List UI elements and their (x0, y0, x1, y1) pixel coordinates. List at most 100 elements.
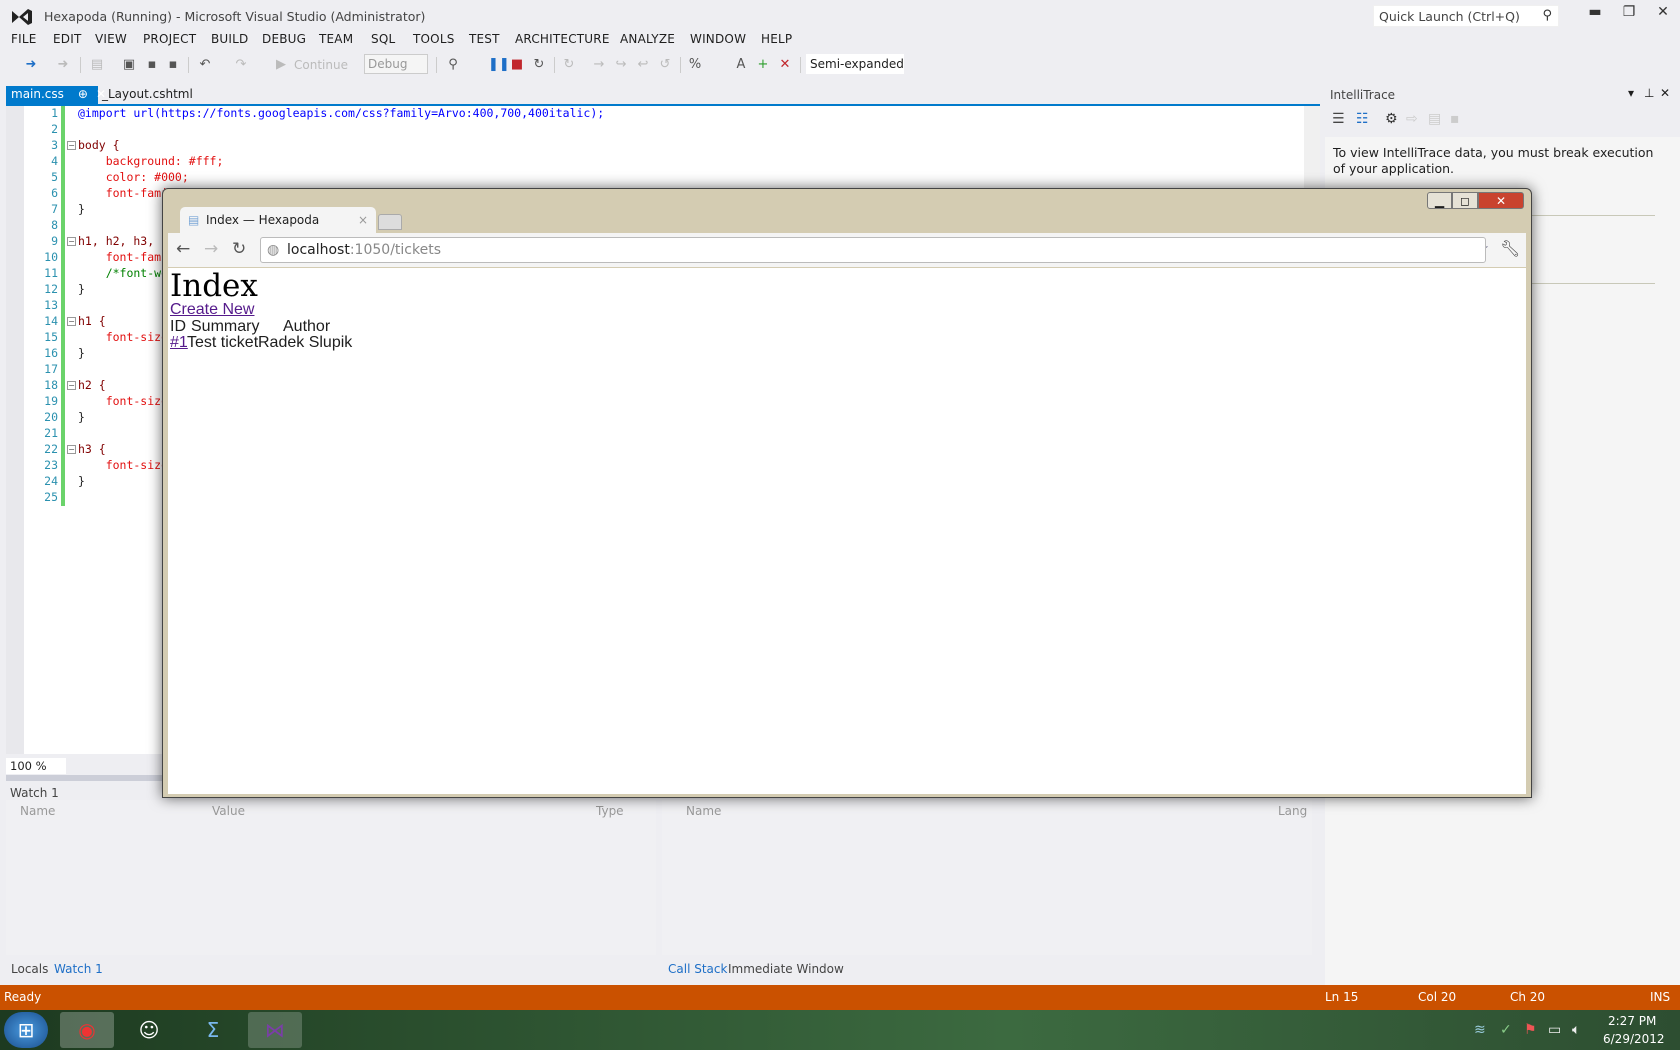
panel-menu-icon[interactable]: ▾ (1628, 86, 1634, 100)
add-comment-icon[interactable]: + (754, 54, 772, 76)
code-line[interactable]: color: #000; (78, 170, 189, 184)
pin-icon[interactable]: ⊥ (1644, 86, 1654, 100)
column-type[interactable]: Type (596, 804, 624, 818)
menu-project[interactable]: PROJECT (143, 32, 196, 46)
new-project-icon[interactable]: ▤ (88, 54, 106, 76)
fold-toggle-icon[interactable]: − (67, 445, 76, 454)
bookmark-icon[interactable]: A (732, 54, 750, 76)
address-bar[interactable]: ◍ localhost:1050/tickets (260, 237, 1486, 263)
code-line[interactable]: body { (78, 138, 120, 152)
open-log-icon[interactable]: ▤ (1428, 111, 1441, 127)
tab-layout-cshtml[interactable]: _Layout.cshtml (102, 87, 193, 101)
navigate-back-icon[interactable]: ➜ (22, 54, 40, 76)
save-all-icon[interactable]: ▪ (164, 54, 182, 76)
tray-usb-icon[interactable]: ✓ (1500, 1022, 1512, 1038)
hex-display-icon[interactable]: % (686, 54, 704, 76)
continue-button[interactable]: Continue (294, 54, 354, 76)
close-tab-icon[interactable]: × (358, 213, 368, 227)
back-icon[interactable]: ← (176, 239, 190, 259)
browser-tab[interactable]: ▤ Index — Hexapoda × (180, 207, 376, 233)
menu-sql[interactable]: SQL (371, 32, 395, 46)
ticket-id-link[interactable]: #1 (170, 334, 188, 352)
undo-icon[interactable]: ↶ (196, 54, 214, 76)
close-panel-icon[interactable]: ✕ (1660, 86, 1670, 100)
show-next-statement-icon[interactable]: ↻ (560, 54, 578, 76)
taskbar-github[interactable]: ☺ (122, 1012, 176, 1048)
save-icon[interactable]: ▪ (143, 54, 161, 76)
restore-button[interactable]: ❐ (1614, 4, 1644, 26)
column-name[interactable]: Name (20, 804, 55, 818)
code-line[interactable]: h1, h2, h3, (78, 234, 154, 248)
code-line[interactable]: } (78, 410, 85, 424)
stop-debugging-icon[interactable]: ■ (510, 54, 524, 76)
fold-toggle-icon[interactable]: − (67, 237, 76, 246)
create-new-link[interactable]: Create New (170, 301, 254, 319)
step-back-icon[interactable]: ↺ (656, 54, 674, 76)
fold-toggle-icon[interactable]: − (67, 381, 76, 390)
reload-icon[interactable]: ↻ (232, 239, 246, 259)
menu-team[interactable]: TEAM (319, 32, 353, 46)
break-all-icon[interactable]: ❚❚ (488, 54, 510, 76)
menu-build[interactable]: BUILD (211, 32, 248, 46)
wrench-icon[interactable]: 🔧︎ (1500, 239, 1520, 258)
code-line[interactable]: font-size: (78, 458, 175, 472)
menu-view[interactable]: VIEW (95, 32, 127, 46)
tab-call-stack[interactable]: Call Stack (668, 962, 727, 976)
fold-toggle-icon[interactable]: − (67, 141, 76, 150)
code-line[interactable]: font-famil (78, 250, 175, 264)
step-into-icon[interactable]: → (590, 54, 608, 76)
new-tab-button[interactable] (378, 214, 402, 230)
view-mode-select[interactable]: Semi-expanded (806, 54, 904, 74)
tab-watch-1[interactable]: Watch 1 (54, 962, 103, 976)
list-view-icon[interactable]: ☰ (1332, 111, 1345, 127)
code-line[interactable]: } (78, 282, 85, 296)
column-language[interactable]: Lang (1278, 804, 1307, 818)
forward-icon[interactable]: → (204, 239, 218, 259)
editor-zoom-select[interactable]: 100 % (6, 758, 66, 774)
tray-volume-icon[interactable]: 🔈︎ (1572, 1022, 1580, 1038)
menu-analyze[interactable]: ANALYZE (620, 32, 675, 46)
menu-test[interactable]: TEST (469, 32, 500, 46)
code-line[interactable]: font-size: (78, 394, 175, 408)
tab-locals[interactable]: Locals (11, 962, 48, 976)
code-line[interactable]: } (78, 346, 85, 360)
solution-configuration-select[interactable]: Debug (364, 54, 428, 74)
clock-time[interactable]: 2:27 PM (1608, 1014, 1656, 1028)
taskbar-visual-studio[interactable]: ⋈ (248, 1012, 302, 1048)
remove-comment-icon[interactable]: ✕ (776, 54, 794, 76)
tray-connection-icon[interactable]: ▭ (1548, 1022, 1561, 1038)
code-line[interactable]: h2 { (78, 378, 106, 392)
column-name[interactable]: Name (686, 804, 721, 818)
navigate-forward-icon[interactable]: ➜ (54, 54, 72, 76)
code-line[interactable]: /*font-wei (78, 266, 175, 280)
code-line[interactable]: font-size: (78, 330, 175, 344)
minimize-button[interactable]: ▬ (1580, 4, 1610, 26)
restart-icon[interactable]: ↻ (530, 54, 548, 76)
browser-maximize-button[interactable]: ◻ (1452, 192, 1478, 209)
calls-view-icon[interactable]: ☷ (1356, 111, 1369, 127)
code-line[interactable]: } (78, 202, 85, 216)
taskbar-chrome[interactable]: ◉ (60, 1012, 114, 1048)
continue-icon[interactable]: ▶ (274, 54, 288, 76)
code-line[interactable]: background: #fff; (78, 154, 224, 168)
browser-close-button[interactable]: ✕ (1478, 192, 1524, 209)
code-line[interactable]: h3 { (78, 442, 106, 456)
taskbar-powershell[interactable]: Σ (186, 1012, 240, 1048)
step-over-icon[interactable]: ↪ (612, 54, 630, 76)
watch-panel[interactable]: Name Value Type (6, 800, 656, 955)
start-button[interactable]: ⊞ (4, 1012, 48, 1048)
fold-toggle-icon[interactable]: − (67, 317, 76, 326)
browser-minimize-button[interactable]: ▁ (1427, 192, 1452, 209)
code-line[interactable]: @import url(https://fonts.googleapis.com… (78, 106, 604, 120)
menu-window[interactable]: WINDOW (690, 32, 746, 46)
menu-edit[interactable]: EDIT (53, 32, 82, 46)
column-value[interactable]: Value (212, 804, 245, 818)
tray-action-center-icon[interactable]: ⚑ (1524, 1022, 1537, 1038)
menu-help[interactable]: HELP (761, 32, 792, 46)
code-line[interactable]: h1 { (78, 314, 106, 328)
menu-tools[interactable]: TOOLS (413, 32, 455, 46)
menu-debug[interactable]: DEBUG (262, 32, 306, 46)
step-out-icon[interactable]: ↩ (634, 54, 652, 76)
forward-icon[interactable]: ⇨ (1406, 111, 1418, 127)
menu-file[interactable]: FILE (11, 32, 37, 46)
